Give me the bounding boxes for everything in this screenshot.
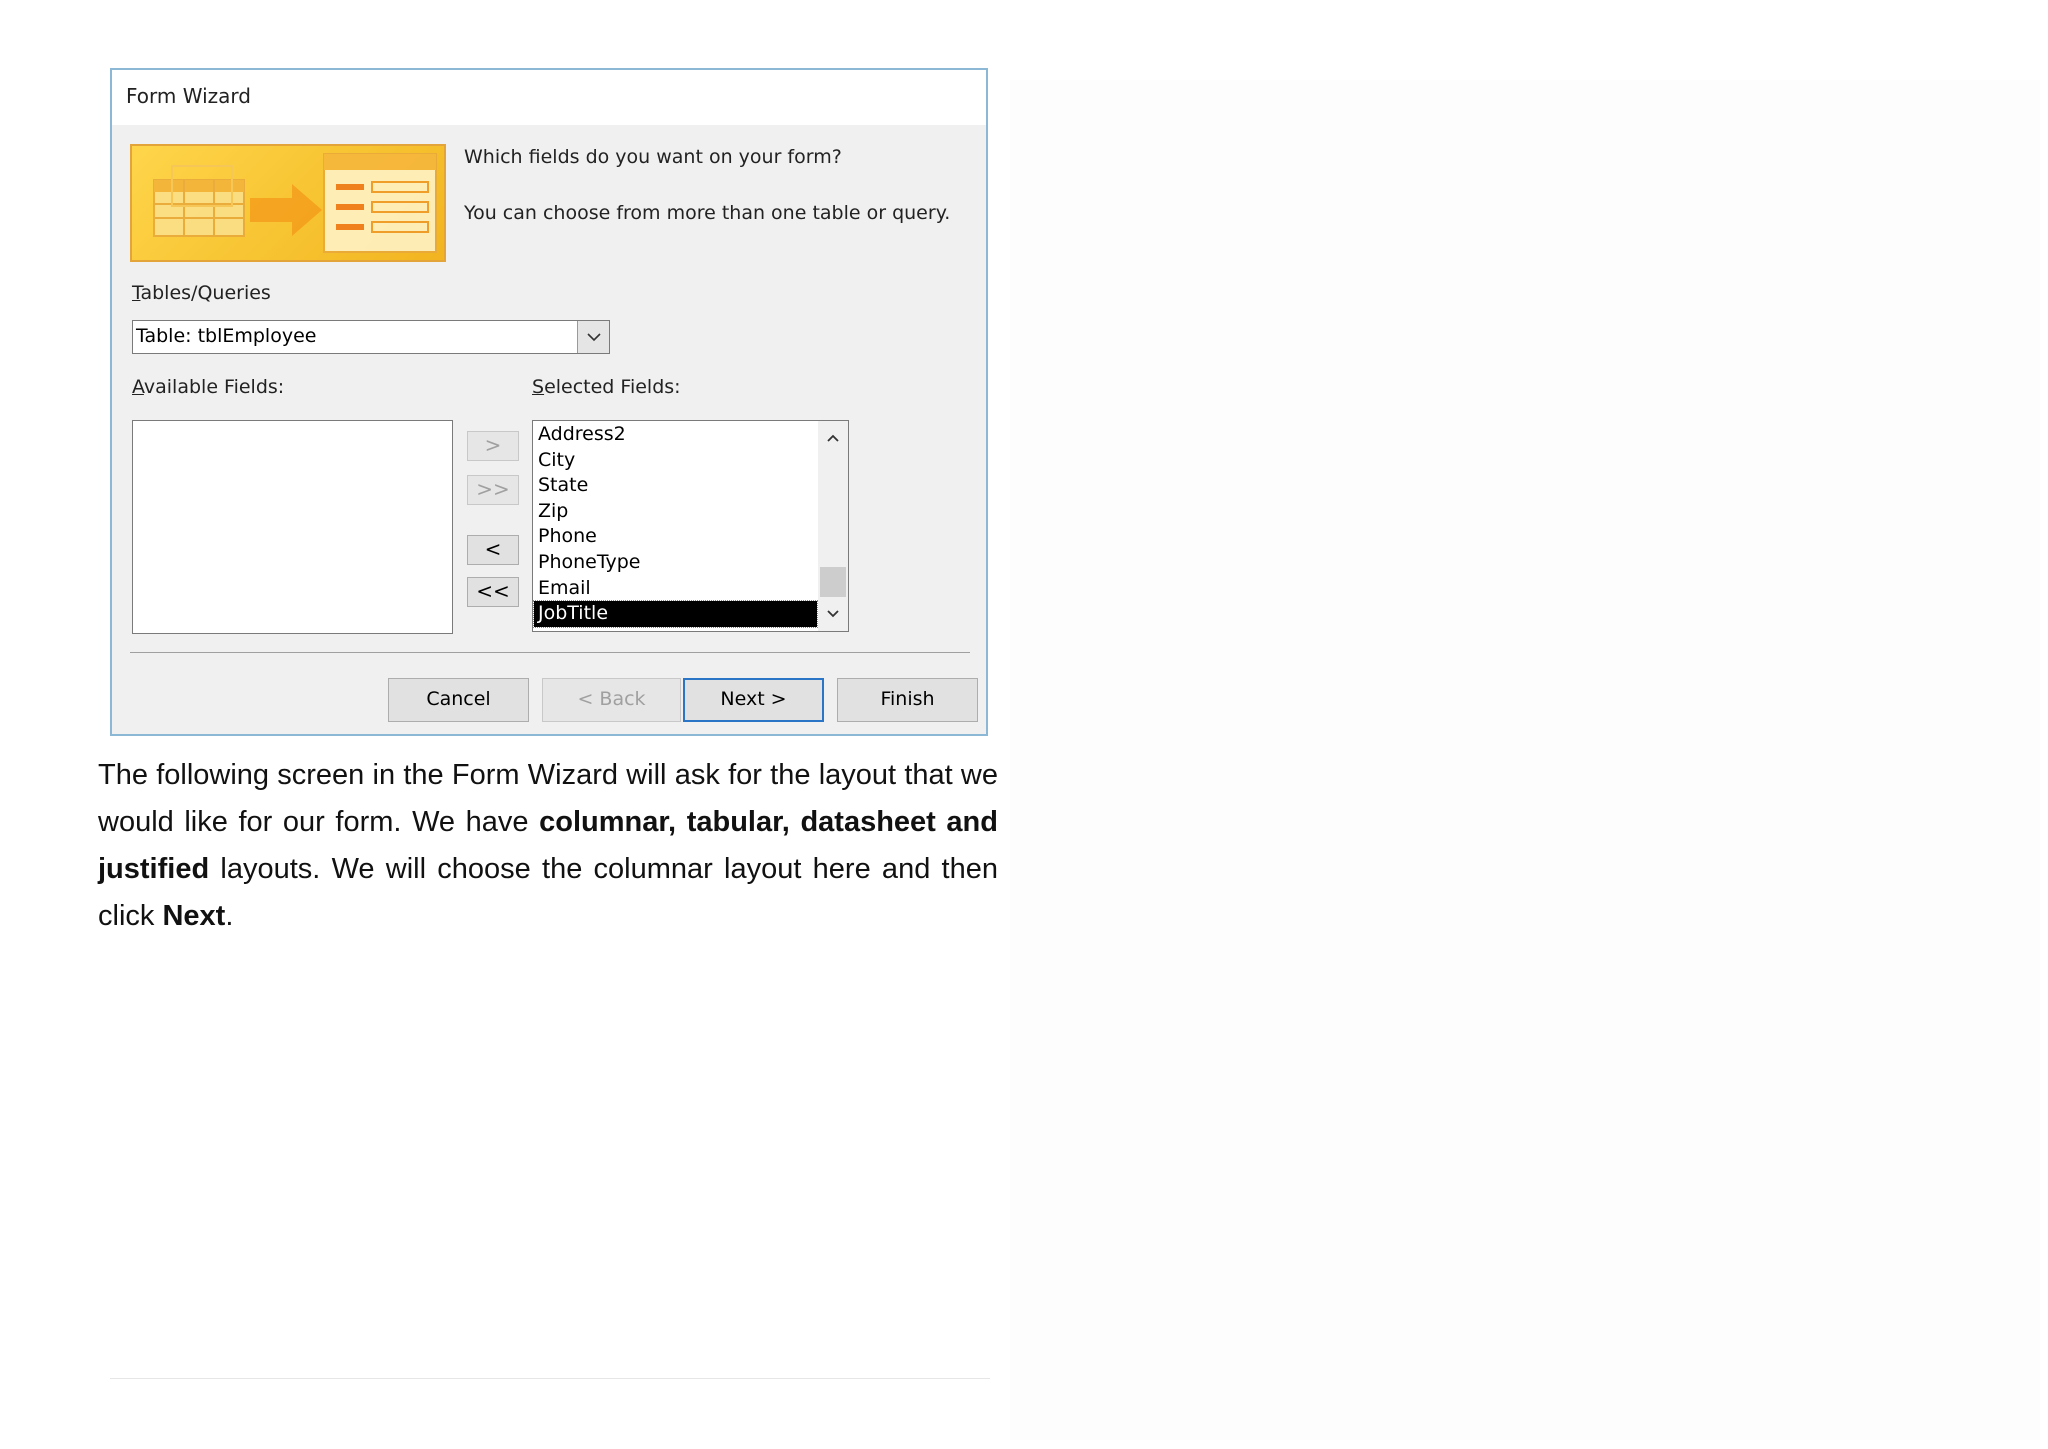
footer-rule bbox=[110, 1378, 990, 1379]
combo-dropdown-button[interactable] bbox=[577, 321, 609, 353]
selected-fields-scrollbar[interactable] bbox=[818, 421, 848, 631]
selected-field-item[interactable]: Email bbox=[534, 576, 817, 602]
tables-queries-value: Table: tblEmployee bbox=[136, 325, 317, 347]
selected-fields-list[interactable]: Address2 City State Zip Phone PhoneType Email J… bbox=[532, 420, 849, 632]
tables-queries-label-text: ables/Queries bbox=[140, 282, 271, 304]
available-fields-accesskey: A bbox=[132, 376, 144, 398]
add-field-button[interactable]: > bbox=[467, 431, 519, 461]
add-all-fields-button[interactable]: >> bbox=[467, 475, 519, 505]
cancel-button[interactable]: Cancel bbox=[388, 678, 529, 722]
selected-fields-items: Address2 City State Zip Phone PhoneType Email J… bbox=[533, 422, 818, 628]
blank-page-area bbox=[1010, 80, 2040, 1440]
next-button[interactable]: Next > bbox=[683, 678, 824, 722]
remove-all-fields-button[interactable]: << bbox=[467, 577, 519, 607]
wizard-prompt-question: Which fields do you want on your form? bbox=[464, 146, 842, 168]
scroll-down-icon bbox=[827, 610, 839, 618]
dialog-titlebar: Form Wizard bbox=[112, 70, 986, 125]
selected-field-item[interactable]: PhoneType bbox=[534, 550, 817, 576]
finish-button[interactable]: Finish bbox=[837, 678, 978, 722]
instruction-next-word: Next bbox=[162, 900, 226, 932]
selected-field-item[interactable]: Phone bbox=[534, 524, 817, 550]
back-button[interactable]: < Back bbox=[542, 678, 681, 722]
available-fields-label: Available Fields: bbox=[132, 376, 284, 398]
dialog-title: Form Wizard bbox=[126, 84, 251, 108]
selected-field-item[interactable]: City bbox=[534, 448, 817, 474]
dialog-separator bbox=[130, 652, 970, 653]
form-wizard-dialog: Form Wizard Which fields do you want on … bbox=[110, 68, 988, 736]
available-fields-label-text: vailable Fields: bbox=[143, 376, 285, 398]
wizard-prompt-hint: You can choose from more than one table … bbox=[464, 202, 951, 224]
chevron-down-icon bbox=[586, 333, 601, 342]
selected-field-item[interactable]: State bbox=[534, 473, 817, 499]
scroll-up-icon bbox=[827, 434, 839, 442]
selected-fields-label-text: elected Fields: bbox=[544, 376, 681, 398]
scroll-down-button[interactable] bbox=[818, 599, 848, 629]
tables-queries-label: Tables/Queries bbox=[132, 282, 271, 304]
scroll-up-button[interactable] bbox=[818, 423, 848, 453]
selected-field-item[interactable]: JobTitle bbox=[533, 600, 818, 628]
remove-field-button[interactable]: < bbox=[467, 535, 519, 565]
scroll-thumb[interactable] bbox=[820, 567, 846, 597]
wizard-banner-icon bbox=[130, 144, 446, 262]
selected-fields-accesskey: S bbox=[532, 376, 545, 398]
selected-field-item[interactable]: Zip bbox=[534, 499, 817, 525]
tables-queries-combo[interactable]: Table: tblEmployee bbox=[132, 320, 610, 354]
available-fields-list[interactable] bbox=[132, 420, 453, 634]
instruction-paragraph: The following screen in the Form Wizard … bbox=[98, 752, 998, 940]
selected-field-item[interactable]: Address2 bbox=[534, 422, 817, 448]
selected-fields-label: Selected Fields: bbox=[532, 376, 681, 398]
instruction-text-part3: . bbox=[225, 900, 234, 932]
